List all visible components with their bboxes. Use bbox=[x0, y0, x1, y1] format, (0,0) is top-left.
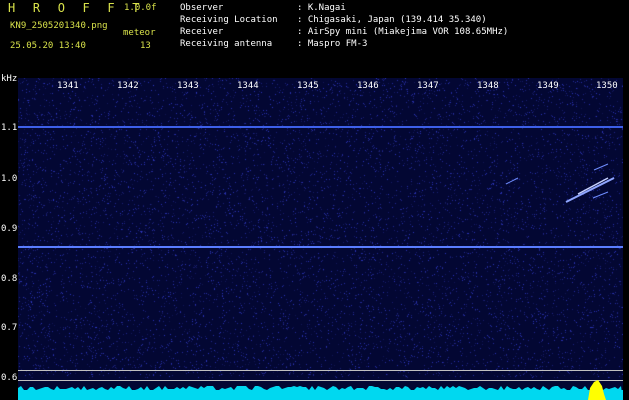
location-value: : Chigasaki, Japan (139.414 35.340) bbox=[297, 15, 487, 25]
x-tick-label: 1343 bbox=[177, 81, 199, 91]
x-tick-label: 1350 bbox=[596, 81, 618, 91]
x-tick-label: 1347 bbox=[417, 81, 439, 91]
spectrogram-plot bbox=[18, 78, 623, 400]
meteor-echo bbox=[592, 191, 609, 199]
receiver-value: : AirSpy mini (Miakejima VOR 108.65MHz) bbox=[297, 27, 509, 37]
y-tick-label: 1.1 bbox=[1, 123, 18, 133]
meteor-echo bbox=[505, 177, 519, 185]
observer-label: Observer bbox=[180, 3, 224, 13]
antenna-value: : Maspro FM-3 bbox=[297, 39, 368, 49]
meteor-count-label: meteor bbox=[123, 28, 156, 38]
y-tick-label: 0.6 bbox=[1, 373, 18, 383]
datetime-label: 25.05.20 13:40 bbox=[10, 41, 86, 51]
x-tick-label: 1348 bbox=[477, 81, 499, 91]
spectrogram-window: H R O F F T 1.0.0f KN9_2505201340.png me… bbox=[0, 0, 629, 400]
x-tick-label: 1346 bbox=[357, 81, 379, 91]
y-tick-label: 1.0 bbox=[1, 174, 18, 184]
x-tick-label: 1341 bbox=[57, 81, 79, 91]
bottom-power-band bbox=[18, 380, 623, 400]
x-tick-label: 1344 bbox=[237, 81, 259, 91]
y-tick-label: 0.9 bbox=[1, 224, 18, 234]
observer-value: : K.Nagai bbox=[297, 3, 346, 13]
location-label: Receiving Location bbox=[180, 15, 278, 25]
x-tick-label: 1342 bbox=[117, 81, 139, 91]
meteor-echo-traces bbox=[505, 163, 615, 203]
version-label: 1.0.0f bbox=[124, 3, 157, 13]
y-tick-label: 0.7 bbox=[1, 323, 18, 333]
antenna-label: Receiving antenna bbox=[180, 39, 273, 49]
y-tick-label: 0.8 bbox=[1, 274, 18, 284]
meteor-echo bbox=[577, 177, 609, 195]
meteor-echo bbox=[565, 177, 615, 203]
filename-label: KN9_2505201340.png bbox=[10, 21, 108, 31]
y-axis-unit: kHz bbox=[1, 74, 18, 84]
x-tick-label: 1349 bbox=[537, 81, 559, 91]
meteor-count-value: 13 bbox=[140, 41, 151, 51]
receiver-label: Receiver bbox=[180, 27, 224, 37]
x-tick-label: 1345 bbox=[297, 81, 319, 91]
meteor-echo bbox=[593, 163, 609, 171]
